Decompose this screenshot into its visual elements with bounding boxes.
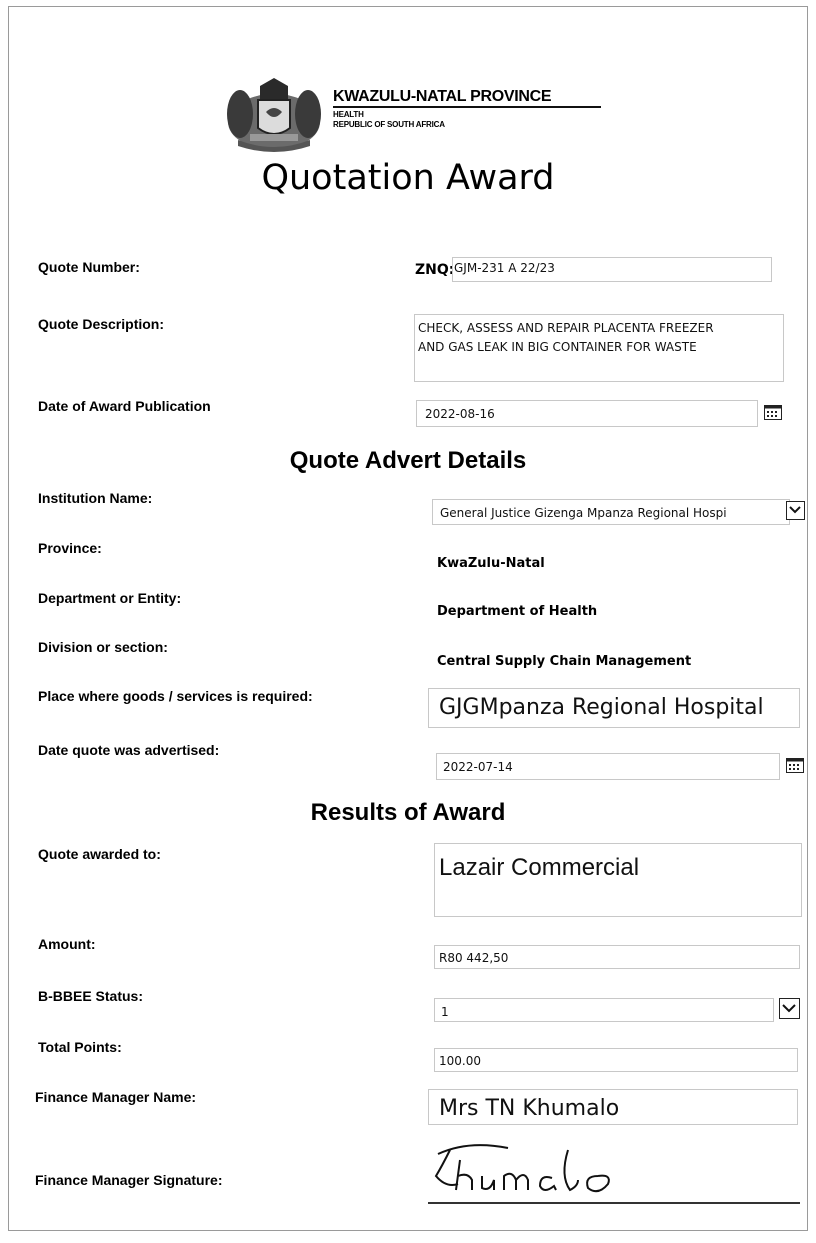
- signature-line: [428, 1202, 800, 1204]
- coat-of-arms-logo: [227, 78, 321, 152]
- header-rule: [333, 106, 601, 108]
- finance-manager-label: Finance Manager Name:: [35, 1089, 197, 1105]
- advertised-date-field[interactable]: 2022-07-14: [436, 753, 780, 780]
- amount-label: Amount:: [38, 936, 96, 952]
- awarded-to-field[interactable]: Lazair Commercial: [434, 843, 802, 917]
- quote-number-prefix: ZNQ:: [415, 262, 455, 278]
- handwritten-signature: [434, 1144, 610, 1193]
- department-subheading: HEALTH: [333, 110, 364, 119]
- award-publication-date-field[interactable]: 2022-08-16: [416, 400, 758, 427]
- institution-dropdown-button[interactable]: [786, 501, 805, 520]
- advertised-date-label: Date quote was advertised:: [38, 742, 220, 758]
- page-title: Quotation Award: [261, 158, 555, 198]
- division-value: Central Supply Chain Management: [437, 654, 692, 669]
- country-subheading: REPUBLIC OF SOUTH AFRICA: [333, 120, 445, 129]
- province-value: KwaZulu-Natal: [437, 556, 545, 571]
- bbbee-label: B-BBEE Status:: [38, 988, 144, 1004]
- bbbee-select[interactable]: 1: [434, 998, 774, 1022]
- bbbee-dropdown-button[interactable]: [779, 998, 800, 1019]
- quote-description-line-1: CHECK, ASSESS AND REPAIR PLACENTA FREEZE…: [418, 321, 714, 335]
- department-label: Department or Entity:: [38, 590, 182, 606]
- province-heading: KWAZULU-NATAL PROVINCE: [333, 88, 552, 105]
- institution-select[interactable]: General Justice Gizenga Mpanza Regional …: [432, 499, 790, 525]
- department-value: Department of Health: [437, 604, 598, 619]
- quote-description-line-2: AND GAS LEAK IN BIG CONTAINER FOR WASTE: [418, 340, 697, 354]
- institution-label: Institution Name:: [38, 490, 153, 506]
- calendar-icon[interactable]: [764, 405, 782, 420]
- awarded-to-label: Quote awarded to:: [38, 846, 161, 862]
- province-label: Province:: [38, 540, 102, 556]
- chevron-down-icon: [789, 506, 801, 514]
- division-label: Division or section:: [38, 639, 168, 655]
- quote-number-value: GJM-231 A 22/23: [454, 261, 555, 275]
- signature-area[interactable]: [428, 1136, 800, 1206]
- institution-value: General Justice Gizenga Mpanza Regional …: [440, 506, 727, 520]
- award-publication-date-value: 2022-08-16: [425, 407, 495, 421]
- quote-description-label: Quote Description:: [38, 316, 165, 332]
- results-heading: Results of Award: [310, 799, 506, 826]
- finance-manager-value: Mrs TN Khumalo: [439, 1096, 620, 1121]
- quote-number-label: Quote Number:: [38, 259, 140, 275]
- quote-description-field[interactable]: CHECK, ASSESS AND REPAIR PLACENTA FREEZE…: [414, 314, 784, 382]
- finance-manager-field[interactable]: Mrs TN Khumalo: [428, 1089, 798, 1125]
- amount-field[interactable]: R80 442,50: [434, 945, 800, 969]
- advert-details-heading: Quote Advert Details: [289, 447, 527, 474]
- signature-label: Finance Manager Signature:: [35, 1172, 223, 1188]
- advertised-date-value: 2022-07-14: [443, 760, 513, 774]
- award-publication-label: Date of Award Publication: [38, 398, 211, 414]
- total-points-value: 100.00: [439, 1054, 481, 1068]
- total-points-label: Total Points:: [38, 1039, 122, 1055]
- bbbee-value: 1: [441, 1005, 449, 1019]
- total-points-field[interactable]: 100.00: [434, 1048, 798, 1072]
- amount-value: R80 442,50: [439, 951, 509, 965]
- calendar-icon[interactable]: [786, 758, 804, 773]
- place-value: GJGMpanza Regional Hospital: [439, 695, 764, 720]
- awarded-to-value: Lazair Commercial: [439, 854, 640, 881]
- place-field[interactable]: GJGMpanza Regional Hospital: [428, 688, 800, 728]
- quote-number-field[interactable]: GJM-231 A 22/23: [452, 257, 772, 282]
- chevron-down-icon: [782, 1004, 796, 1013]
- place-label: Place where goods / services is required…: [38, 688, 313, 704]
